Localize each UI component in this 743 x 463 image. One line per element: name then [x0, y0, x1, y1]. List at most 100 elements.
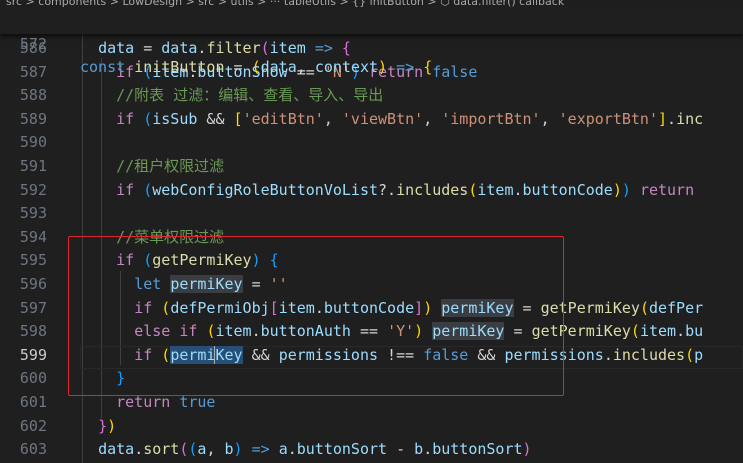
code-token: b — [414, 440, 424, 459]
code-token: ( — [639, 298, 649, 317]
breadcrumb[interactable]: src > components > LowDesign > src > uti… — [0, 0, 743, 8]
line-number: 597 — [19, 298, 47, 317]
code-line-row[interactable]: 602 }) — [0, 415, 743, 439]
line-number: 593 — [19, 204, 47, 223]
code-token: => — [396, 58, 415, 77]
sticky-scroll-header[interactable]: 572 const initButton = (data, context) =… — [0, 7, 743, 76]
code-token: includes — [612, 345, 686, 364]
code-token: - — [387, 440, 415, 459]
line-number: 602 — [19, 416, 47, 435]
code-line[interactable]: data.sort((a, b) => a.buttonSort - b.but… — [80, 438, 532, 462]
code-token: . — [423, 440, 433, 459]
code-token: buttonCode — [522, 180, 613, 199]
code-token: ?. — [378, 180, 397, 199]
code-token: , — [540, 109, 559, 128]
line-number: 595 — [19, 251, 47, 270]
line-number: 591 — [19, 157, 47, 175]
code-token: data — [161, 39, 198, 57]
code-token: ) — [612, 180, 622, 199]
code-token: ( — [143, 109, 153, 128]
code-editor[interactable]: src > components > LowDesign > src > uti… — [0, 0, 743, 463]
code-token: includes — [396, 180, 469, 199]
code-token: . — [676, 322, 686, 341]
line-number: 589 — [19, 109, 47, 128]
code-token: isSub — [152, 109, 198, 128]
code-token: ( — [685, 345, 695, 364]
code-token: 'importBtn' — [441, 109, 541, 128]
code-token: { — [341, 39, 351, 57]
code-token: = — [224, 58, 252, 77]
code-token: sort — [143, 440, 180, 459]
code-line[interactable]: //租户权限过滤 — [80, 155, 224, 179]
code-token: = — [134, 39, 162, 57]
code-token: const — [80, 58, 135, 77]
code-line[interactable]: if (webConfigRoleButtonVoList?.includes(… — [80, 179, 694, 203]
code-token: inc — [676, 109, 704, 128]
code-token: ) — [621, 180, 631, 199]
code-token: buttonSort — [296, 440, 388, 459]
code-token: ) — [107, 416, 117, 435]
code-token: bu — [685, 322, 704, 341]
line-number: 599 — [19, 345, 47, 364]
code-token: . — [667, 109, 677, 128]
code-line[interactable]: if (isSub && ['editBtn', 'viewBtn', 'imp… — [80, 108, 703, 132]
code-token: , — [323, 109, 342, 128]
code-token: ) — [522, 440, 532, 459]
code-token: item — [639, 322, 677, 341]
code-token: { — [423, 58, 433, 77]
code-token: p — [694, 345, 704, 364]
code-token: context — [314, 58, 379, 77]
code-line-row[interactable]: 592 if (webConfigRoleButtonVoList?.inclu… — [0, 179, 743, 203]
code-token: ] — [658, 109, 668, 128]
code-token: filter — [206, 39, 261, 57]
code-token: 'viewBtn' — [341, 109, 424, 128]
code-token: if — [116, 180, 135, 199]
code-line-row[interactable]: 589 if (isSub && ['editBtn', 'viewBtn', … — [0, 108, 743, 132]
code-token: 'editBtn' — [242, 109, 324, 128]
code-token: && — [197, 109, 234, 128]
line-number: 603 — [19, 440, 47, 459]
code-token: ( — [260, 39, 270, 57]
code-line-row[interactable]: 603 data.sort((a, b) => a.buttonSort - b… — [0, 438, 743, 462]
code-token: //附表 过滤：编辑、查看、导入、导出 — [116, 86, 384, 105]
code-token: => — [314, 39, 333, 57]
code-token: item — [477, 180, 514, 199]
code-token: a — [278, 440, 288, 459]
code-line-row[interactable]: 591 //租户权限过滤 — [0, 155, 743, 179]
code-token: 'exportBtn' — [558, 109, 658, 128]
line-number: 594 — [19, 227, 47, 246]
code-line[interactable]: //附表 过滤：编辑、查看、导入、导出 — [80, 84, 383, 108]
code-token: ) — [378, 58, 388, 77]
line-number: 600 — [19, 369, 47, 388]
code-token: webConfigRoleButtonVoList — [152, 180, 379, 199]
code-token: . — [134, 440, 144, 459]
code-line[interactable]: const initButton = (data, context) => { — [80, 56, 432, 80]
code-token: , — [423, 109, 442, 128]
code-token: . — [287, 440, 297, 459]
line-number: 598 — [19, 322, 47, 341]
code-token: buttonSort — [432, 440, 523, 459]
code-line-row[interactable]: 590 — [0, 131, 743, 155]
code-line-row[interactable]: 588 //附表 过滤：编辑、查看、导入、导出 — [0, 84, 743, 108]
code-token: , — [206, 440, 225, 459]
code-token: initButton — [134, 58, 225, 77]
code-token: [ — [233, 109, 243, 128]
code-token: b — [224, 440, 234, 459]
code-line[interactable]: }) — [80, 415, 116, 439]
code-line-row[interactable]: 593 — [0, 202, 743, 226]
code-token: return — [639, 180, 695, 199]
code-token: } — [98, 416, 108, 435]
